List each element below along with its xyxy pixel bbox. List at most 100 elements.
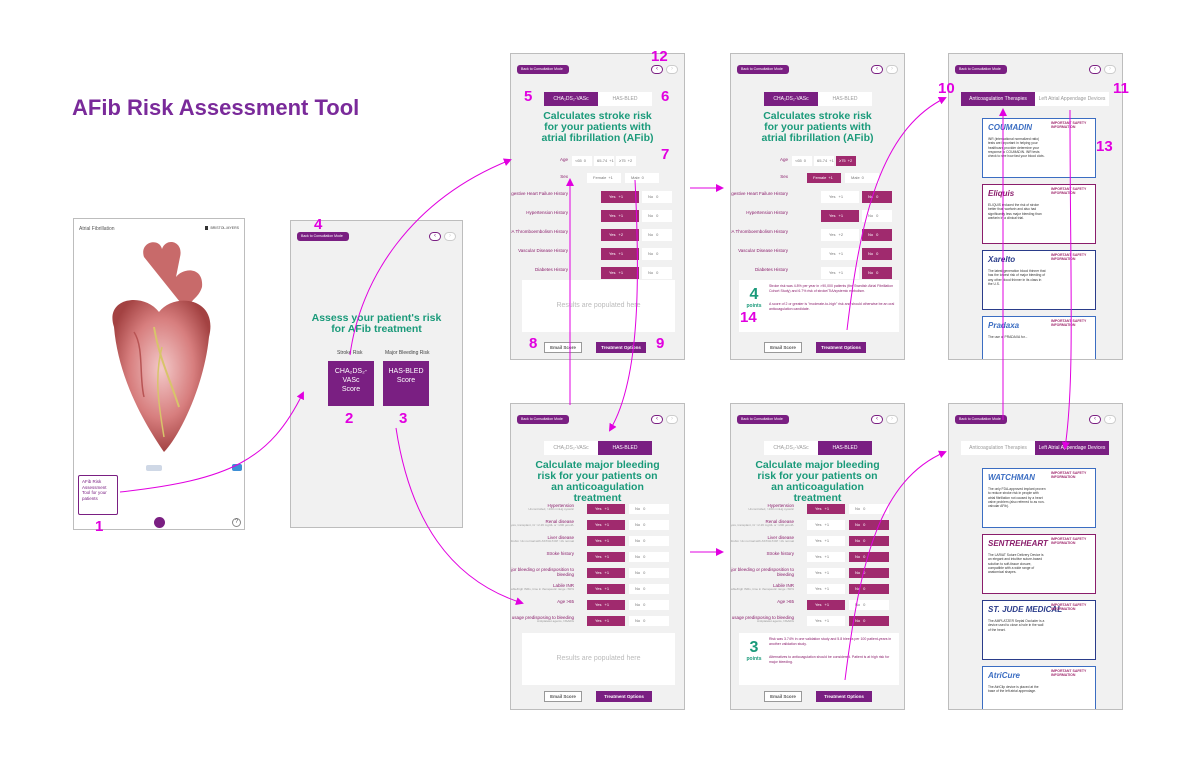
yes-option[interactable]: Yes +2 xyxy=(601,229,639,241)
no-option[interactable]: No 0 xyxy=(629,568,669,578)
yes-option[interactable]: Yes +1 xyxy=(587,520,625,530)
tool-card[interactable]: AFib Risk Assessment Tool for your patie… xyxy=(78,475,118,515)
tab-chads[interactable]: CHA₂DS₂-VASc xyxy=(764,441,818,455)
sex-option[interactable]: Male 0 xyxy=(845,173,879,183)
back-button[interactable]: Back to Consultation Mode xyxy=(517,415,569,424)
age-option[interactable]: ≥75 +2 xyxy=(836,156,856,166)
yes-option[interactable]: Yes +1 xyxy=(601,191,639,203)
home-button[interactable] xyxy=(154,517,165,528)
yes-option[interactable]: Yes +1 xyxy=(587,552,625,562)
slider-thumb[interactable] xyxy=(232,464,242,471)
sex-option[interactable]: Male 0 xyxy=(625,173,659,183)
no-option[interactable]: No 0 xyxy=(862,191,892,203)
back-button[interactable]: Back to Consultation Mode xyxy=(297,232,349,241)
safety-info[interactable]: IMPORTANT SAFETY INFORMATION xyxy=(1051,669,1093,678)
no-option[interactable]: No 0 xyxy=(862,248,892,260)
product-card[interactable]: SENTREHEART The LARIAT Suture Delivery De… xyxy=(982,534,1096,594)
product-card[interactable]: AtriCure The AtriClip device is placed at… xyxy=(982,666,1096,709)
no-option[interactable]: No 0 xyxy=(642,248,672,260)
no-option[interactable]: No 0 xyxy=(849,616,889,626)
prev-icon[interactable]: ‹ xyxy=(651,65,663,74)
row-label[interactable]: Age xyxy=(511,157,568,162)
tab-hasbled[interactable]: HAS-BLED xyxy=(598,92,652,106)
treatment-options-button[interactable]: Treatment Options xyxy=(816,342,866,353)
yes-option[interactable]: Yes +1 xyxy=(807,520,845,530)
product-card[interactable]: WATCHMAN The only FDA-approved implant pr… xyxy=(982,468,1096,528)
product-card[interactable]: ST. JUDE MEDICAL The AMPLATZER Septal Occ… xyxy=(982,600,1096,660)
no-option[interactable]: No 0 xyxy=(629,552,669,562)
no-option[interactable]: No 0 xyxy=(629,616,669,626)
yes-option[interactable]: Yes +1 xyxy=(807,552,845,562)
yes-option[interactable]: Yes +1 xyxy=(587,568,625,578)
no-option[interactable]: No 0 xyxy=(629,504,669,514)
chads-score-button[interactable]: CHA₂DS₂-VASc Score xyxy=(328,361,374,406)
hasbled-score-button[interactable]: HAS-BLED Score xyxy=(383,361,429,406)
safety-info[interactable]: IMPORTANT SAFETY INFORMATION xyxy=(1051,319,1093,328)
back-button[interactable]: Back to Consultation Mode xyxy=(517,65,569,74)
yes-option[interactable]: Yes +1 xyxy=(821,210,859,222)
safety-info[interactable]: IMPORTANT SAFETY INFORMATION xyxy=(1051,253,1093,262)
yes-option[interactable]: Yes +1 xyxy=(587,600,625,610)
yes-option[interactable]: Yes +1 xyxy=(807,600,845,610)
email-score-button[interactable]: Email Score xyxy=(764,342,802,353)
sex-option[interactable]: Female +1 xyxy=(807,173,841,183)
email-score-button[interactable]: Email Score xyxy=(764,691,802,702)
yes-option[interactable]: Yes +1 xyxy=(601,210,639,222)
no-option[interactable]: No 0 xyxy=(642,210,672,222)
tab-hasbled[interactable]: HAS-BLED xyxy=(818,92,872,106)
back-button[interactable]: Back to Consultation Mode xyxy=(737,65,789,74)
prev-icon[interactable]: ‹ xyxy=(871,415,883,424)
next-icon[interactable]: › xyxy=(886,415,898,424)
tab-chads[interactable]: CHA₂DS₂-VASc xyxy=(544,441,598,455)
tab-chads[interactable]: CHA₂DS₂-VASc xyxy=(544,92,598,106)
row-label[interactable]: Age xyxy=(731,157,788,162)
help-button[interactable]: ? xyxy=(232,518,241,527)
yes-option[interactable]: Yes +1 xyxy=(807,568,845,578)
yes-option[interactable]: Yes +1 xyxy=(601,248,639,260)
yes-option[interactable]: Yes +1 xyxy=(807,504,845,514)
yes-option[interactable]: Yes +1 xyxy=(587,616,625,626)
yes-option[interactable]: Yes +1 xyxy=(807,536,845,546)
no-option[interactable]: No 0 xyxy=(642,229,672,241)
sex-option[interactable]: Female +1 xyxy=(587,173,621,183)
no-option[interactable]: No 0 xyxy=(629,520,669,530)
email-score-button[interactable]: Email Score xyxy=(544,342,582,353)
safety-info[interactable]: IMPORTANT SAFETY INFORMATION xyxy=(1051,187,1093,196)
no-option[interactable]: No 0 xyxy=(849,504,889,514)
treatment-options-button[interactable]: Treatment Options xyxy=(596,691,652,702)
yes-option[interactable]: Yes +1 xyxy=(821,191,859,203)
next-icon[interactable]: › xyxy=(444,232,456,241)
no-option[interactable]: No 0 xyxy=(849,584,889,594)
safety-info[interactable]: IMPORTANT SAFETY INFORMATION xyxy=(1051,471,1093,480)
no-option[interactable]: No 0 xyxy=(629,584,669,594)
tab-chads[interactable]: CHA₂DS₂-VASc xyxy=(764,92,818,106)
next-icon[interactable]: › xyxy=(666,415,678,424)
treatment-options-button[interactable]: Treatment Options xyxy=(816,691,872,702)
safety-info[interactable]: IMPORTANT SAFETY INFORMATION xyxy=(1051,537,1093,546)
safety-info[interactable]: IMPORTANT SAFETY INFORMATION xyxy=(1051,121,1093,130)
no-option[interactable]: No 0 xyxy=(849,552,889,562)
tab-hasbled[interactable]: HAS-BLED xyxy=(818,441,872,455)
yes-option[interactable]: Yes +1 xyxy=(587,584,625,594)
no-option[interactable]: No 0 xyxy=(862,229,892,241)
age-option[interactable]: <65 0 xyxy=(792,156,812,166)
yes-option[interactable]: Yes +1 xyxy=(807,584,845,594)
no-option[interactable]: No 0 xyxy=(849,568,889,578)
no-option[interactable]: No 0 xyxy=(849,520,889,530)
next-icon[interactable]: › xyxy=(666,65,678,74)
no-option[interactable]: No 0 xyxy=(629,536,669,546)
age-option[interactable]: ≥75 +2 xyxy=(616,156,636,166)
slider-track[interactable] xyxy=(146,465,162,471)
age-option[interactable]: 65-74 +1 xyxy=(594,156,614,166)
yes-option[interactable]: Yes +1 xyxy=(587,504,625,514)
no-option[interactable]: No 0 xyxy=(849,600,889,610)
yes-option[interactable]: Yes +1 xyxy=(601,267,639,279)
no-option[interactable]: No 0 xyxy=(862,267,892,279)
no-option[interactable]: No 0 xyxy=(629,600,669,610)
product-card[interactable]: Eliquis ELIQUIS reduced the risk of strok… xyxy=(982,184,1096,244)
yes-option[interactable]: Yes +1 xyxy=(807,616,845,626)
prev-icon[interactable]: ‹ xyxy=(429,232,441,241)
tab-hasbled[interactable]: HAS-BLED xyxy=(598,441,652,455)
treatment-options-button[interactable]: Treatment Options xyxy=(596,342,646,353)
prev-icon[interactable]: ‹ xyxy=(651,415,663,424)
